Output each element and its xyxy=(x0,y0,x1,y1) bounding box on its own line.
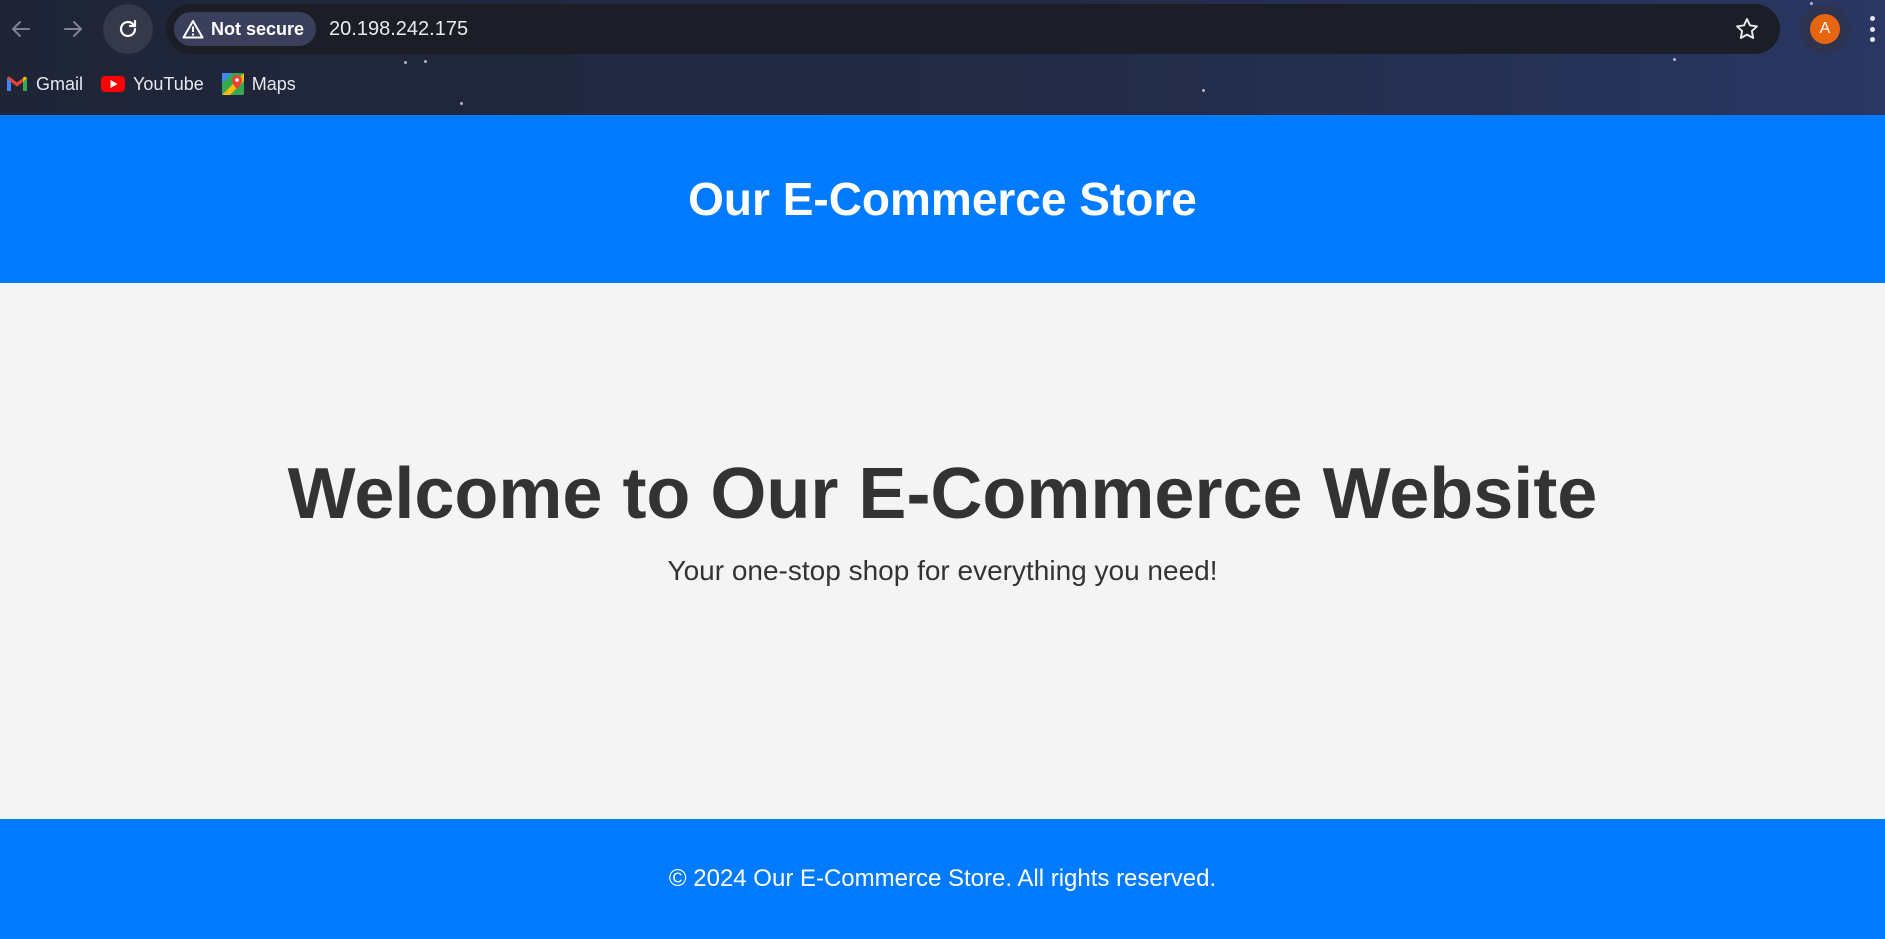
background-star xyxy=(424,60,427,63)
reload-button[interactable] xyxy=(103,4,153,54)
reload-icon xyxy=(119,19,137,38)
bookmark-youtube[interactable]: YouTube xyxy=(95,66,216,102)
security-label: Not secure xyxy=(211,18,305,39)
background-star xyxy=(460,102,463,105)
hero-subtitle: Your one-stop shop for everything you ne… xyxy=(667,555,1218,586)
maps-icon xyxy=(221,73,244,95)
menu-dot xyxy=(1869,16,1875,21)
bookmark-label: Maps xyxy=(251,73,296,94)
background-star xyxy=(1202,89,1205,92)
background-star xyxy=(404,61,407,64)
security-indicator[interactable]: Not secure xyxy=(174,12,317,46)
site-header: Our E-Commerce Store xyxy=(0,115,1885,283)
bookmark-maps[interactable]: Maps xyxy=(216,66,308,102)
browser-menu-button[interactable] xyxy=(1862,12,1882,46)
bookmark-label: Gmail xyxy=(36,73,84,94)
warning-icon xyxy=(182,20,204,39)
menu-dot xyxy=(1869,26,1875,32)
gmail-icon xyxy=(7,76,27,91)
background-star xyxy=(1673,58,1676,61)
back-button[interactable] xyxy=(0,4,46,54)
profile-button[interactable]: A xyxy=(1800,4,1850,54)
footer-copyright: © 2024 Our E-Commerce Store. All rights … xyxy=(668,865,1217,892)
bookmark-gmail[interactable]: Gmail xyxy=(0,66,95,102)
youtube-icon xyxy=(101,76,126,92)
avatar: A xyxy=(1810,14,1840,44)
site-footer: © 2024 Our E-Commerce Store. All rights … xyxy=(0,819,1885,939)
forward-arrow-icon xyxy=(64,21,82,37)
bookmark-star-icon[interactable] xyxy=(1734,16,1760,42)
menu-dot xyxy=(1869,37,1875,42)
hero-heading: Welcome to Our E-Commerce Website xyxy=(287,454,1598,534)
site-title: Our E-Commerce Store xyxy=(688,173,1197,225)
address-bar[interactable]: Not secure 20.198.242.175 xyxy=(166,4,1780,54)
hero-section: Welcome to Our E-Commerce Website Your o… xyxy=(0,283,1885,819)
background-star xyxy=(1810,2,1813,5)
bookmarks-bar: Gmail YouTube Maps xyxy=(0,66,308,102)
url-text[interactable]: 20.198.242.175 xyxy=(329,18,468,41)
forward-button[interactable] xyxy=(48,4,98,54)
bookmark-label: YouTube xyxy=(133,73,204,94)
browser-chrome: Not secure 20.198.242.175 A Gmail YouTub… xyxy=(0,0,1885,115)
back-arrow-icon xyxy=(12,21,30,37)
